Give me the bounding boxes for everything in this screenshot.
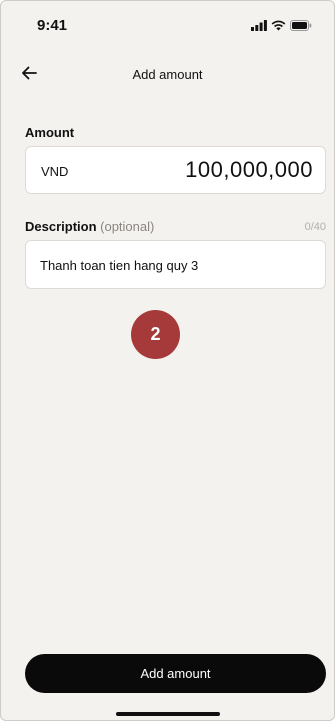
amount-input[interactable]: VND 100,000,000 [25,146,326,194]
status-time: 9:41 [37,17,68,34]
home-indicator [116,712,220,716]
step-badge: 2 [131,310,180,359]
char-count: 0/40 [304,221,326,233]
description-value: Thanh toan tien hang quy 3 [40,258,199,273]
optional-label: (optional) [100,219,155,234]
description-input[interactable]: Thanh toan tien hang quy 3 [25,240,326,289]
wifi-icon [271,20,286,31]
status-bar: 9:41 [1,1,334,47]
description-label: Description (optional) [25,219,154,234]
add-amount-button[interactable]: Add amount [25,654,326,693]
status-icons [251,20,312,31]
nav-bar: Add amount [1,57,334,91]
amount-value: 100,000,000 [185,157,313,182]
description-label-text: Description [25,219,97,234]
signal-icon [251,20,267,31]
amount-label: Amount [25,125,75,140]
battery-icon [290,20,312,31]
page-title: Add amount [132,67,203,82]
currency-label: VND [41,164,69,179]
phone-screen: 9:41 Add amount Amount VND 100,000,000 D… [0,0,335,721]
